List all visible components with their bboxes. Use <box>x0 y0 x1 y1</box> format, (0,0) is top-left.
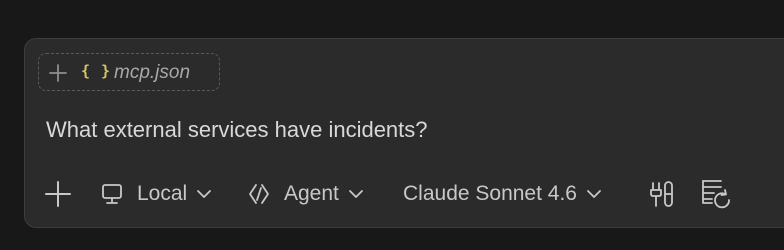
environment-selector[interactable]: Local <box>101 177 212 211</box>
chevron-down-icon <box>196 186 212 202</box>
model-label: Claude Sonnet 4.6 <box>403 182 577 205</box>
tools-icon <box>647 179 677 209</box>
agent-icon <box>247 182 271 206</box>
json-braces-icon: { } <box>81 62 112 80</box>
monitor-icon <box>101 183 123 205</box>
context-file-name: mcp.json <box>114 62 191 83</box>
plus-icon[interactable] <box>48 63 68 88</box>
chevron-down-icon <box>586 186 602 202</box>
mode-selector[interactable]: Agent <box>247 177 364 211</box>
mode-label: Agent <box>284 182 339 205</box>
tools-button[interactable] <box>647 177 677 211</box>
plus-icon <box>45 181 71 207</box>
add-button[interactable] <box>45 177 71 211</box>
context-file-chip[interactable]: { } mcp.json <box>38 53 220 91</box>
chat-input-panel: { } mcp.json What external services have… <box>24 38 784 228</box>
environment-label: Local <box>137 182 188 205</box>
chevron-down-icon <box>348 186 364 202</box>
prompt-input[interactable]: What external services have incidents? <box>46 117 428 143</box>
history-refresh-icon <box>700 177 734 211</box>
model-selector[interactable]: Claude Sonnet 4.6 <box>403 177 602 211</box>
history-button[interactable] <box>700 177 734 211</box>
